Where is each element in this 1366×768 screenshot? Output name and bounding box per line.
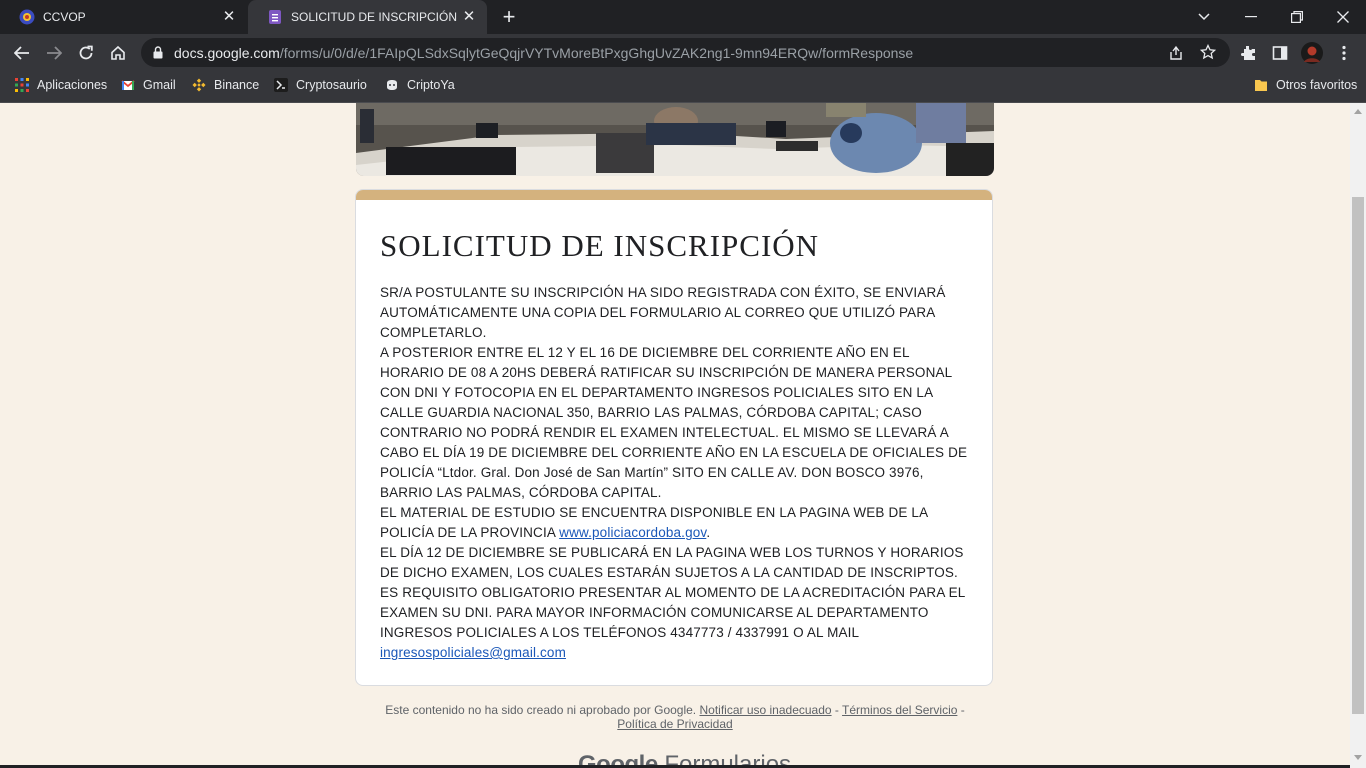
browser-menu-icon[interactable] [1331,40,1357,66]
tab-solicitud[interactable]: SOLICITUD DE INSCRIPCIÓN ✕ [248,0,487,34]
url-path: /forms/u/0/d/e/1FAIpQLSdxSqlytGeQqjrVYTv… [279,45,914,61]
bookmark-gmail[interactable]: Gmail [121,78,176,92]
close-tab-icon[interactable]: ✕ [221,9,237,25]
gmail-icon [121,80,135,90]
bookmark-label: Aplicaciones [37,78,108,92]
separator: - [957,703,965,717]
close-window-icon[interactable] [1320,0,1366,34]
vertical-scrollbar[interactable] [1350,103,1366,768]
tab-title: SOLICITUD DE INSCRIPCIÓN [291,10,458,24]
browser-toolbar: docs.google.com/forms/u/0/d/e/1FAIpQLSdx… [0,34,1366,71]
tab-ccvop[interactable]: CCVOP ✕ [0,0,247,34]
binance-icon [192,78,206,92]
url-host: docs.google.com [174,45,280,61]
disclaimer-text: Este contenido no ha sido creado ni apro… [385,703,700,717]
paragraph-text: . [706,525,711,540]
tab-title: CCVOP [43,10,86,24]
bookmark-label: Gmail [143,78,176,92]
back-icon[interactable] [9,40,35,66]
bookmark-aplicaciones[interactable]: Aplicaciones [15,78,107,92]
other-bookmarks-folder[interactable]: Otros favoritos [1254,78,1357,92]
page-viewport: SOLICITUD DE INSCRIPCIÓN SR/A POSTULANTE… [0,103,1350,768]
description-paragraph: A POSTERIOR ENTRE EL 12 Y EL 16 DE DICIE… [380,345,968,500]
accent-bar [356,190,992,200]
criptoya-icon [387,80,397,90]
page-footer: Este contenido no ha sido creado ni apro… [356,703,994,731]
side-panel-icon[interactable] [1267,40,1293,66]
terms-link[interactable]: Términos del Servicio [842,703,957,717]
new-tab-icon[interactable]: + [498,6,520,28]
bookmark-label: CriptoYa [407,78,455,92]
bookmark-label: Binance [214,78,260,92]
email-link[interactable]: ingresospoliciales@gmail.com [380,645,566,660]
form-title: SOLICITUD DE INSCRIPCIÓN [380,228,820,263]
address-bar[interactable]: docs.google.com/forms/u/0/d/e/1FAIpQLSdx… [141,38,1230,67]
bookmark-binance[interactable]: Binance [192,78,259,92]
bookmark-criptoya[interactable]: CriptoYa [385,78,455,92]
reload-icon[interactable] [73,40,99,66]
lock-icon [153,46,163,59]
close-tab-icon[interactable]: ✕ [461,9,477,25]
google-forms-favicon-icon [269,10,281,24]
minimize-icon[interactable] [1228,0,1274,34]
share-icon[interactable] [1168,45,1184,61]
extensions-icon[interactable] [1235,40,1261,66]
form-description: SR/A POSTULANTE SU INSCRIPCIÓN HA SIDO R… [380,283,974,663]
privacy-link[interactable]: Política de Privacidad [617,717,732,731]
tab-strip: CCVOP ✕ SOLICITUD DE INSCRIPCIÓN ✕ + [0,0,1366,34]
description-paragraph: EL DÍA 12 DE DICIEMBRE SE PUBLICARÁ EN L… [380,543,974,663]
policia-website-link[interactable]: www.policiacordoba.gov [559,525,706,540]
cryptosaurio-icon [274,78,288,92]
tab-search-icon[interactable] [1181,0,1227,34]
other-bookmarks-label: Otros favoritos [1276,78,1358,92]
header-banner-image [356,103,994,176]
bookmark-label: Cryptosaurio [296,78,367,92]
bookmark-cryptosaurio[interactable]: Cryptosaurio [274,78,367,92]
description-paragraph: SR/A POSTULANTE SU INSCRIPCIÓN HA SIDO R… [380,285,946,340]
scroll-down-arrow-icon[interactable] [1354,755,1362,760]
form-header-card: SOLICITUD DE INSCRIPCIÓN SR/A POSTULANTE… [355,189,993,686]
folder-icon [1255,80,1267,91]
paragraph-text: EL DÍA 12 DE DICIEMBRE SE PUBLICARÁ EN L… [380,545,965,640]
profile-avatar[interactable] [1299,40,1325,66]
forward-icon[interactable] [41,40,67,66]
apps-grid-icon [15,78,29,92]
url-text: docs.google.com/forms/u/0/d/e/1FAIpQLSdx… [174,45,913,61]
ccvop-favicon-icon [19,9,35,25]
bookmark-star-icon[interactable] [1200,44,1216,60]
separator: - [831,703,843,717]
bookmarks-bar: Aplicaciones Gmail Binance Cryptosaurio … [0,71,1366,103]
restore-icon[interactable] [1274,0,1320,34]
report-abuse-link[interactable]: Notificar uso inadecuado [699,703,831,717]
scroll-up-arrow-icon[interactable] [1354,109,1362,114]
home-icon[interactable] [105,40,131,66]
description-paragraph: EL MATERIAL DE ESTUDIO SE ENCUENTRA DISP… [380,503,974,543]
scrollbar-thumb[interactable] [1352,197,1364,714]
